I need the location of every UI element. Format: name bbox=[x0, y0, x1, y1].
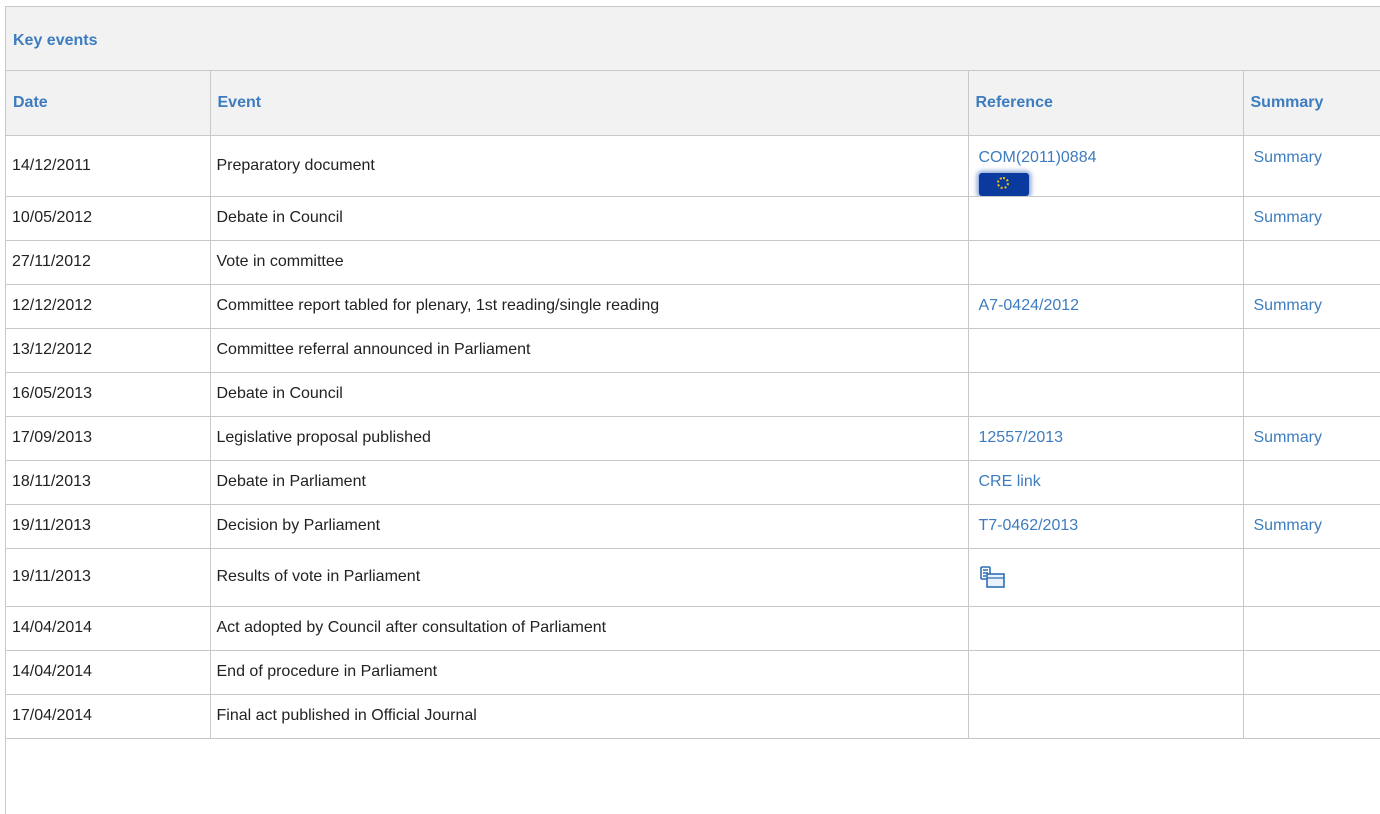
summary-cell bbox=[1242, 605, 1380, 651]
event-date: 16/05/2013 bbox=[6, 371, 211, 417]
panel-title: Key events bbox=[13, 32, 98, 49]
event-date: 27/11/2012 bbox=[6, 239, 211, 285]
event-description: Committee referral announced in Parliame… bbox=[209, 327, 969, 373]
event-description: Results of vote in Parliament bbox=[209, 547, 969, 607]
event-description: Debate in Council bbox=[209, 195, 969, 241]
table-header-row: Date Event Reference Summary bbox=[6, 71, 1380, 136]
reference-cell: 12557/2013 bbox=[967, 415, 1244, 461]
reference-cell bbox=[967, 195, 1244, 241]
reference-cell bbox=[967, 327, 1244, 373]
table-row: 16/05/2013 Debate in Council bbox=[6, 371, 1380, 417]
event-description: Final act published in Official Journal bbox=[209, 693, 969, 739]
summary-link[interactable]: Summary bbox=[1254, 149, 1322, 166]
table-row: 18/11/2013 Debate in Parliament CRE link bbox=[6, 459, 1380, 505]
panel-header: Key events bbox=[6, 7, 1380, 71]
event-date: 17/04/2014 bbox=[6, 693, 211, 739]
reference-link[interactable]: 12557/2013 bbox=[979, 429, 1064, 446]
event-date: 13/12/2012 bbox=[6, 327, 211, 373]
event-date: 12/12/2012 bbox=[6, 283, 211, 329]
table-row: 17/04/2014 Final act published in Offici… bbox=[6, 693, 1380, 739]
summary-cell bbox=[1242, 649, 1380, 695]
column-header-summary: Summary bbox=[1242, 71, 1380, 136]
table-row: 14/04/2014 Act adopted by Council after … bbox=[6, 605, 1380, 651]
table-row: 14/12/2011 Preparatory document COM(2011… bbox=[6, 134, 1380, 197]
table-row: 19/11/2013 Decision by Parliament T7-046… bbox=[6, 503, 1380, 549]
reference-link[interactable]: T7-0462/2013 bbox=[979, 517, 1079, 534]
summary-cell bbox=[1242, 459, 1380, 505]
summary-link[interactable]: Summary bbox=[1254, 517, 1322, 534]
summary-cell: Summary bbox=[1242, 134, 1380, 197]
event-description: Debate in Parliament bbox=[209, 459, 969, 505]
table-row: 13/12/2012 Committee referral announced … bbox=[6, 327, 1380, 373]
column-header-reference: Reference bbox=[967, 71, 1244, 136]
reference-cell bbox=[967, 649, 1244, 695]
event-description: Decision by Parliament bbox=[209, 503, 969, 549]
eu-flag-icon[interactable] bbox=[978, 172, 1029, 195]
summary-cell bbox=[1242, 547, 1380, 607]
event-date: 14/04/2014 bbox=[6, 605, 211, 651]
column-header-event: Event bbox=[209, 71, 969, 136]
event-description: Debate in Council bbox=[209, 371, 969, 417]
reference-link[interactable]: COM(2011)0884 bbox=[979, 149, 1097, 166]
event-date: 14/12/2011 bbox=[6, 134, 211, 197]
table-row: 17/09/2013 Legislative proposal publishe… bbox=[6, 415, 1380, 461]
summary-cell bbox=[1242, 327, 1380, 373]
vote-results-icon[interactable] bbox=[979, 564, 1011, 596]
event-date: 19/11/2013 bbox=[6, 503, 211, 549]
summary-cell: Summary bbox=[1242, 283, 1380, 329]
event-description: End of procedure in Parliament bbox=[209, 649, 969, 695]
event-date: 18/11/2013 bbox=[6, 459, 211, 505]
table-row: 19/11/2013 Results of vote in Parliament bbox=[6, 547, 1380, 607]
reference-cell bbox=[967, 371, 1244, 417]
reference-cell bbox=[967, 547, 1244, 607]
reference-link[interactable]: A7-0424/2012 bbox=[979, 297, 1080, 314]
event-description: Vote in committee bbox=[209, 239, 969, 285]
summary-cell bbox=[1242, 693, 1380, 739]
reference-cell: CRE link bbox=[967, 459, 1244, 505]
table-row: 12/12/2012 Committee report tabled for p… bbox=[6, 283, 1380, 329]
reference-cell: T7-0462/2013 bbox=[967, 503, 1244, 549]
reference-cell bbox=[967, 605, 1244, 651]
table-row: 10/05/2012 Debate in Council Summary bbox=[6, 195, 1380, 241]
event-date: 19/11/2013 bbox=[6, 547, 211, 607]
event-description: Committee report tabled for plenary, 1st… bbox=[209, 283, 969, 329]
event-date: 10/05/2012 bbox=[6, 195, 211, 241]
event-description: Legislative proposal published bbox=[209, 415, 969, 461]
summary-cell bbox=[1242, 239, 1380, 285]
summary-cell: Summary bbox=[1242, 195, 1380, 241]
reference-link[interactable]: CRE link bbox=[979, 473, 1041, 490]
summary-link[interactable]: Summary bbox=[1254, 297, 1322, 314]
key-events-table: Date Event Reference Summary 14/12/2011 … bbox=[6, 71, 1380, 739]
reference-cell bbox=[967, 693, 1244, 739]
summary-cell bbox=[1242, 371, 1380, 417]
event-description: Act adopted by Council after consultatio… bbox=[209, 605, 969, 651]
column-header-date: Date bbox=[6, 71, 211, 136]
table-row: 27/11/2012 Vote in committee bbox=[6, 239, 1380, 285]
event-description: Preparatory document bbox=[209, 134, 969, 197]
summary-link[interactable]: Summary bbox=[1254, 209, 1322, 226]
summary-cell: Summary bbox=[1242, 415, 1380, 461]
event-date: 14/04/2014 bbox=[6, 649, 211, 695]
reference-cell: A7-0424/2012 bbox=[967, 283, 1244, 329]
event-date: 17/09/2013 bbox=[6, 415, 211, 461]
reference-cell bbox=[967, 239, 1244, 285]
table-row: 14/04/2014 End of procedure in Parliamen… bbox=[6, 649, 1380, 695]
summary-cell: Summary bbox=[1242, 503, 1380, 549]
summary-link[interactable]: Summary bbox=[1254, 429, 1322, 446]
reference-cell: COM(2011)0884 bbox=[967, 134, 1244, 197]
